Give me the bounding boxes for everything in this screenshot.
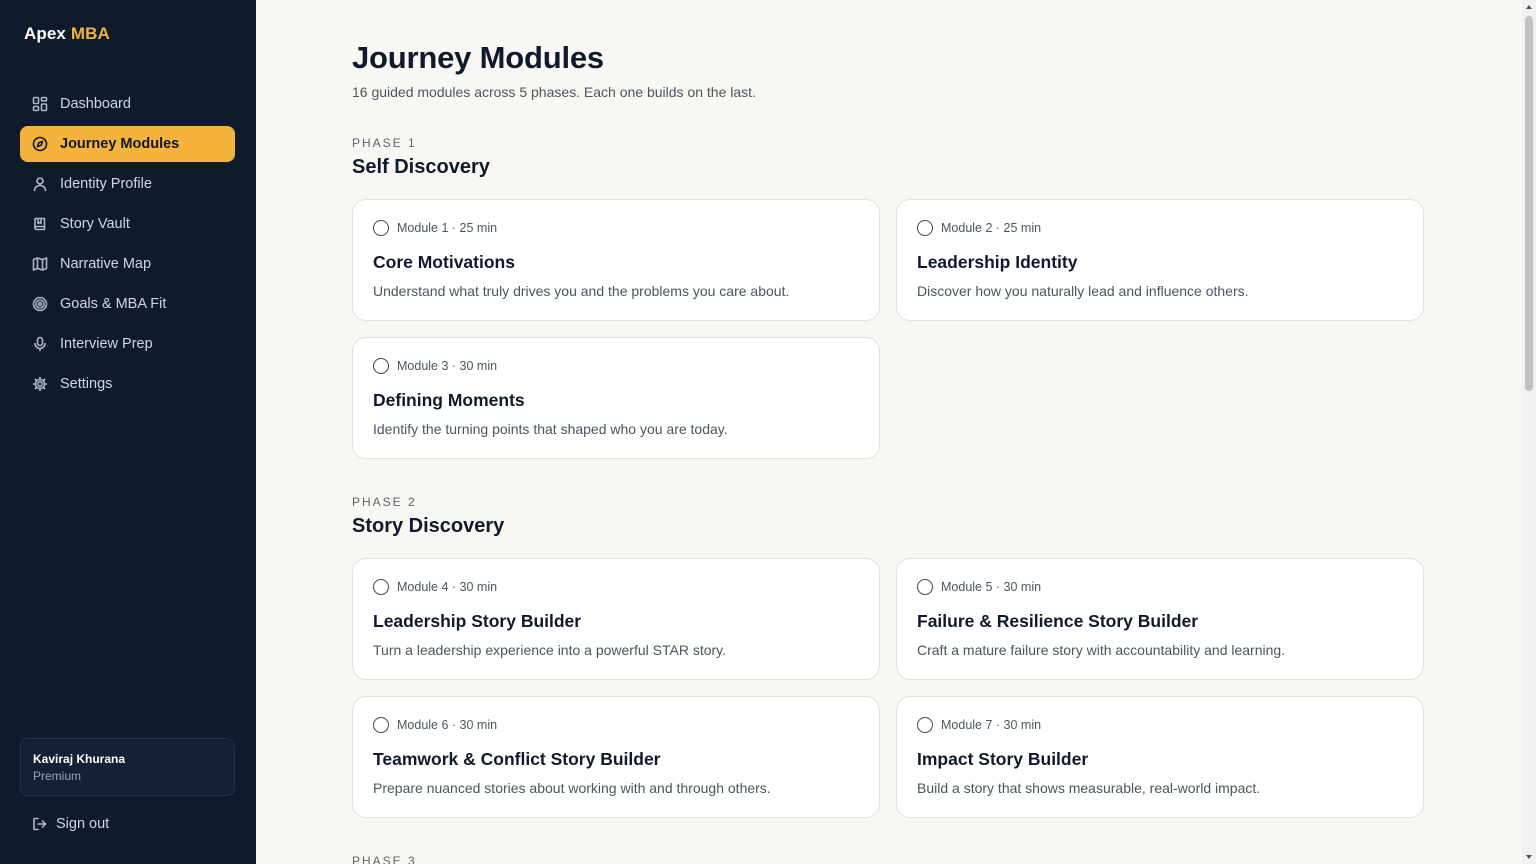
module-title: Leadership Story Builder [373,611,582,631]
user-plan: Premium [33,769,82,783]
compass-icon [32,136,48,152]
module-card[interactable]: Module 4 · 30 min Leadership Story Build… [352,558,880,680]
circle-status-icon [917,717,933,733]
module-card[interactable]: Module 1 · 25 min Core Motivations Under… [352,199,880,321]
circle-status-icon [373,579,389,595]
scroll-up-arrow-icon[interactable] [1526,5,1532,9]
module-card[interactable]: Module 7 · 30 min Impact Story Builder B… [896,696,1424,818]
module-meta: Module 7 · 30 min [941,718,1042,732]
sidebar-item-label: Interview Prep [60,336,153,352]
brand-accent: MBA [70,24,110,43]
user-name: Kaviraj Khurana [33,752,126,766]
sidebar-item-label: Journey Modules [60,136,180,152]
module-card[interactable]: Module 5 · 30 min Failure & Resilience S… [896,558,1424,680]
sidebar-item-settings[interactable]: Settings [20,366,235,402]
scrollbar-thumb[interactable] [1525,16,1533,391]
module-card[interactable]: Module 3 · 30 min Defining Moments Ident… [352,337,880,459]
phase-section: PHASE 3 [352,854,1426,864]
sidebar-item-story-vault[interactable]: Story Vault [20,206,235,242]
phase-section: PHASE 1 Self Discovery Module 1 · 25 min… [352,136,1426,459]
sidebar-item-label: Goals & MBA Fit [60,296,167,312]
module-title: Defining Moments [373,390,525,410]
module-meta: Module 4 · 30 min [397,580,498,594]
module-description: Craft a mature failure story with accoun… [917,642,1286,658]
sign-out-button[interactable]: Sign out [32,816,109,832]
logout-icon [33,817,47,831]
book-icon [32,216,48,232]
sidebar-item-label: Narrative Map [60,256,152,272]
gear-icon [32,376,48,392]
module-card[interactable]: Module 2 · 25 min Leadership Identity Di… [896,199,1424,321]
microphone-icon [32,336,48,352]
scroll-down-arrow-icon[interactable] [1526,855,1532,859]
brand-logo[interactable]: Apex MBA [24,24,110,44]
sidebar-item-label: Identity Profile [60,176,152,192]
phase-label: PHASE 2 [352,495,417,509]
module-title: Failure & Resilience Story Builder [917,611,1199,631]
sidebar-item-label: Story Vault [60,216,130,232]
module-title: Leadership Identity [917,252,1078,272]
sidebar-nav: Dashboard Journey Modules Identity Profi… [20,86,235,406]
sidebar-item-narrative-map[interactable]: Narrative Map [20,246,235,282]
module-meta: Module 3 · 30 min [397,359,498,373]
module-card[interactable]: Module 6 · 30 min Teamwork & Conflict St… [352,696,880,818]
module-description: Identify the turning points that shaped … [373,421,728,437]
circle-status-icon [373,220,389,236]
sidebar: Apex MBA Dashboard Journey Modules Ident… [0,0,256,864]
module-description: Turn a leadership experience into a powe… [373,642,727,658]
module-title: Impact Story Builder [917,749,1089,769]
module-meta: Module 1 · 25 min [397,221,498,235]
module-title: Core Motivations [373,252,515,272]
map-icon [32,256,48,272]
circle-status-icon [373,358,389,374]
phase-section: PHASE 2 Story Discovery Module 4 · 30 mi… [352,495,1426,818]
module-grid: Module 1 · 25 min Core Motivations Under… [352,199,1426,459]
page-subtitle: 16 guided modules across 5 phases. Each … [352,84,756,100]
phase-label: PHASE 1 [352,136,417,150]
module-meta: Module 2 · 25 min [941,221,1042,235]
brand-name: Apex [24,24,66,43]
module-description: Prepare nuanced stories about working wi… [373,780,771,796]
phase-title: Self Discovery [352,156,490,178]
module-description: Understand what truly drives you and the… [373,283,790,299]
user-card[interactable]: Kaviraj Khurana Premium [20,738,235,796]
module-title: Teamwork & Conflict Story Builder [373,749,661,769]
module-description: Discover how you naturally lead and infl… [917,283,1249,299]
sidebar-item-goals-mba-fit[interactable]: Goals & MBA Fit [20,286,235,322]
module-meta: Module 6 · 30 min [397,718,498,732]
circle-status-icon [917,220,933,236]
phase-title: Story Discovery [352,515,505,537]
user-icon [32,176,48,192]
sidebar-item-dashboard[interactable]: Dashboard [20,86,235,122]
phase-label: PHASE 3 [352,854,417,864]
sidebar-item-identity-profile[interactable]: Identity Profile [20,166,235,202]
circle-status-icon [373,717,389,733]
circle-status-icon [917,579,933,595]
main-content: Journey Modules 16 guided modules across… [256,0,1522,864]
sidebar-item-label: Dashboard [60,96,131,112]
target-icon [32,296,48,312]
module-meta: Module 5 · 30 min [941,580,1042,594]
module-description: Build a story that shows measurable, rea… [917,780,1261,796]
module-grid: Module 4 · 30 min Leadership Story Build… [352,558,1426,818]
sidebar-item-journey-modules[interactable]: Journey Modules [20,126,235,162]
dashboard-icon [32,96,48,112]
sidebar-item-interview-prep[interactable]: Interview Prep [20,326,235,362]
sign-out-label: Sign out [56,816,110,832]
sidebar-item-label: Settings [60,376,113,392]
scrollbar[interactable] [1522,0,1536,864]
page-title: Journey Modules [352,40,604,75]
